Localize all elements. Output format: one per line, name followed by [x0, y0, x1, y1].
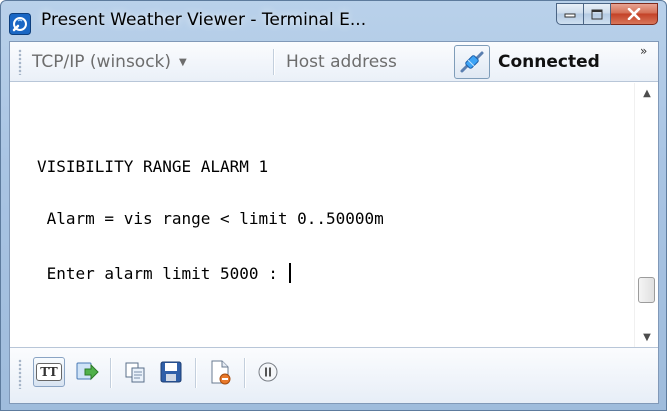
- terminal-line: VISIBILITY RANGE ALARM 1: [37, 157, 269, 176]
- toolbar-overflow-button[interactable]: »: [640, 44, 647, 58]
- toolbar-separator: [273, 49, 274, 75]
- close-icon: [627, 8, 641, 20]
- terminal-output[interactable]: VISIBILITY RANGE ALARM 1 Alarm = vis ran…: [10, 83, 634, 347]
- scroll-up-arrow-icon[interactable]: ▲: [635, 83, 659, 103]
- protocol-select[interactable]: TCP/IP (winsock) ▼: [32, 48, 187, 76]
- terminal-prompt: Enter alarm limit 5000 :: [37, 264, 288, 283]
- maximize-icon: [591, 9, 603, 19]
- save-button[interactable]: [156, 357, 186, 387]
- client-area: TCP/IP (winsock) ▼ Host address Connecte…: [9, 41, 659, 404]
- window-title: Present Weather Viewer - Terminal E...: [41, 10, 367, 30]
- chevron-down-icon: ▼: [179, 56, 187, 68]
- scrollbar-thumb[interactable]: [638, 277, 655, 303]
- minimize-button[interactable]: [556, 3, 584, 25]
- send-button[interactable]: [72, 357, 102, 387]
- scroll-down-arrow-icon[interactable]: ▼: [635, 327, 659, 347]
- copy-button[interactable]: [120, 357, 150, 387]
- terminal-line-input: Enter alarm limit 5000 :: [37, 263, 292, 283]
- toolbar-separator: [244, 358, 245, 388]
- pause-button[interactable]: [253, 357, 283, 387]
- connection-status: Connected: [498, 52, 600, 72]
- minimize-icon: [564, 13, 576, 18]
- close-button[interactable]: [611, 3, 658, 25]
- clear-document-icon: [211, 360, 231, 385]
- toolbar-separator: [195, 358, 196, 388]
- pause-icon: [258, 362, 278, 382]
- toolbar-grip[interactable]: [18, 359, 22, 389]
- protocol-value: TCP/IP (winsock): [32, 52, 172, 72]
- terminal-toolbar: TT: [10, 347, 658, 403]
- clear-button[interactable]: [205, 357, 235, 387]
- maximize-button[interactable]: [584, 3, 611, 25]
- save-icon: [160, 361, 182, 383]
- toolbar-separator: [110, 358, 111, 388]
- connection-toolbar: TCP/IP (winsock) ▼ Host address Connecte…: [10, 42, 658, 82]
- font-button[interactable]: TT: [33, 357, 65, 387]
- send-icon: [76, 362, 99, 381]
- terminal-line: Alarm = vis range < limit 0..50000m: [37, 209, 384, 228]
- vertical-scrollbar[interactable]: ▲ ▼: [634, 83, 658, 347]
- plug-connected-icon: [460, 51, 484, 73]
- copy-icon: [125, 362, 145, 383]
- app-window: Present Weather Viewer - Terminal E... T…: [0, 0, 667, 411]
- toolbar-grip[interactable]: [18, 49, 22, 75]
- font-icon: TT: [36, 363, 62, 381]
- app-icon: [9, 13, 31, 35]
- host-address-field[interactable]: Host address: [286, 48, 397, 76]
- caption-buttons: [556, 3, 658, 27]
- text-cursor: [289, 263, 292, 283]
- connect-button[interactable]: [454, 45, 490, 79]
- title-bar[interactable]: Present Weather Viewer - Terminal E...: [1, 1, 666, 41]
